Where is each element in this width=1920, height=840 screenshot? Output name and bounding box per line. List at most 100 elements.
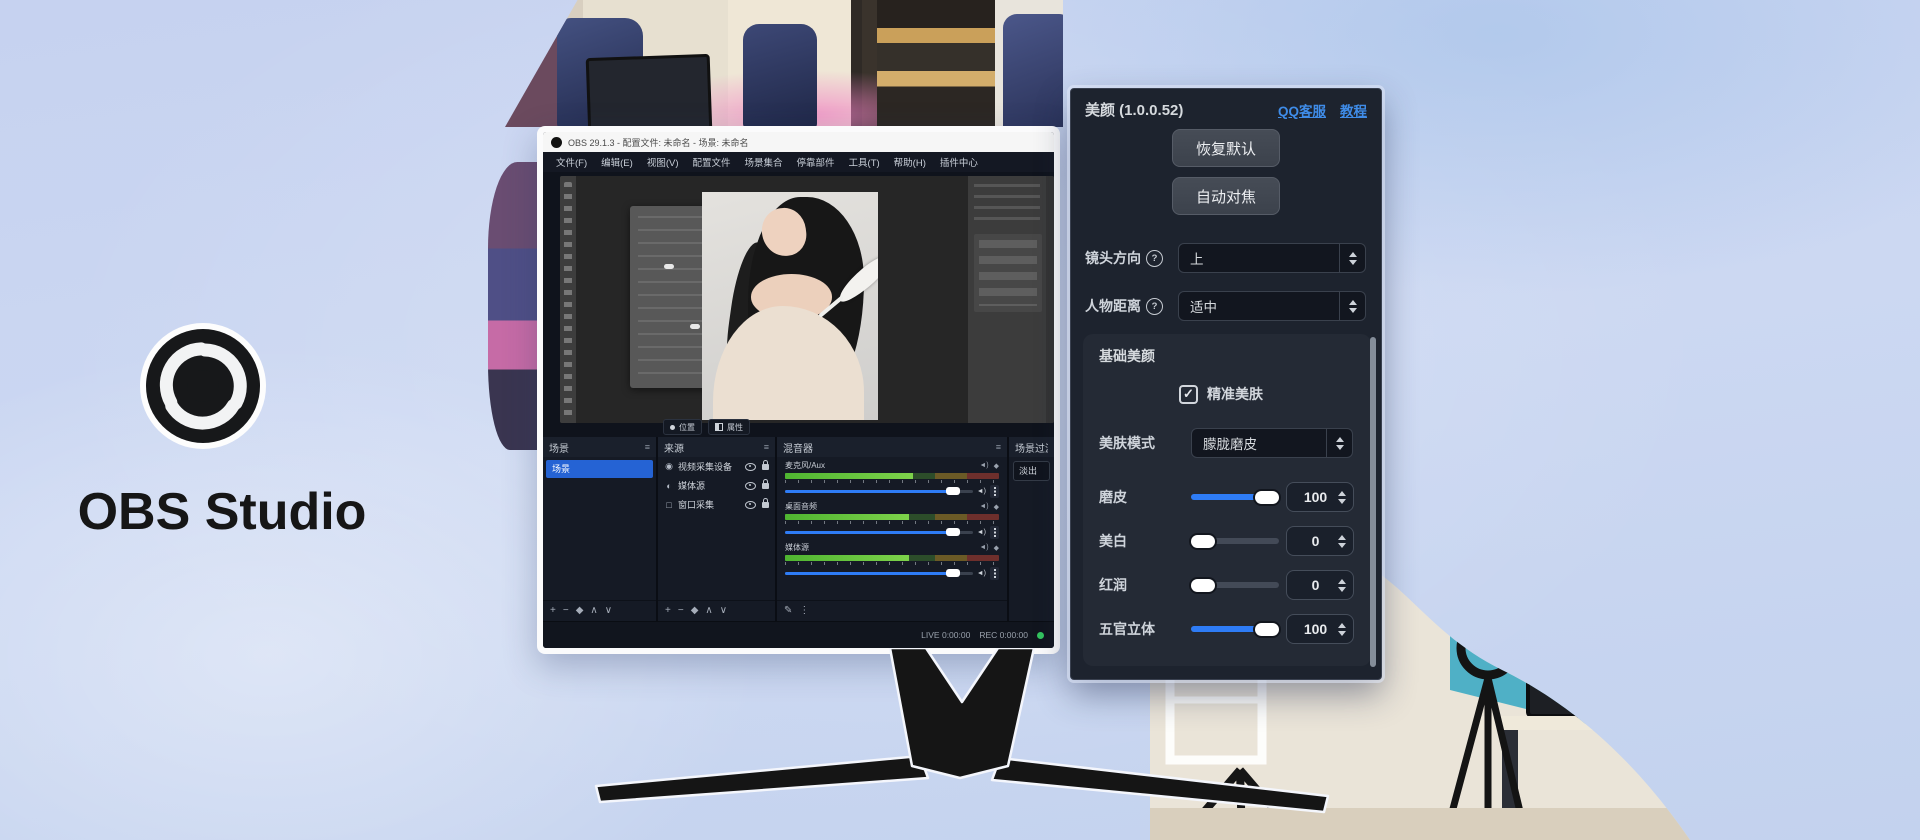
remove-source-button[interactable]: − (678, 606, 684, 616)
whitening-value-box[interactable]: 0 (1286, 526, 1354, 556)
source-row[interactable]: ◐ 媒体源 (658, 476, 775, 495)
restore-defaults-button[interactable]: 恢复默认 (1172, 129, 1280, 167)
autofocus-button[interactable]: 自动对焦 (1172, 177, 1280, 215)
volume-handle[interactable] (946, 487, 960, 495)
slider-handle[interactable] (1255, 491, 1279, 504)
slider-handle[interactable] (1191, 535, 1215, 548)
dock-menu-icon[interactable]: ≡ (996, 442, 1001, 452)
meter-ticks (785, 521, 999, 524)
camera-direction-select[interactable]: 上 (1178, 243, 1366, 273)
face-3d-value-box[interactable]: 100 (1286, 614, 1354, 644)
channel-label: 媒体源 (785, 542, 974, 553)
editor-toolbar (560, 176, 576, 423)
qq-support-link[interactable]: QQ客服 (1278, 100, 1326, 120)
help-icon[interactable]: ? (1146, 250, 1163, 267)
move-source-up-button[interactable]: ∧ (705, 606, 712, 616)
rosy-value-box[interactable]: 0 (1286, 570, 1354, 600)
menu-view[interactable]: 视图(V) (640, 155, 686, 169)
whitening-slider[interactable] (1191, 526, 1279, 556)
channel-menu-icon[interactable] (990, 526, 999, 539)
skin-mode-select[interactable]: 朦胧磨皮 (1191, 428, 1353, 458)
chip-position[interactable]: 位置 (663, 419, 702, 435)
menu-plugin-center[interactable]: 插件中心 (933, 155, 985, 169)
visibility-eye-icon[interactable] (745, 482, 756, 490)
chevron-down-icon (1338, 631, 1346, 636)
value-spinner[interactable] (1338, 623, 1346, 636)
transition-select[interactable]: 淡出 (1013, 461, 1050, 481)
chevron-up-icon (1349, 252, 1357, 257)
select-spinner[interactable] (1339, 244, 1365, 272)
chip-label: 属性 (727, 422, 743, 433)
tutorial-link[interactable]: 教程 (1340, 100, 1367, 120)
visibility-eye-icon[interactable] (745, 463, 756, 471)
scene-filters-button[interactable]: ◆ (576, 606, 584, 616)
menu-docks[interactable]: 停靠部件 (790, 155, 842, 169)
menu-edit[interactable]: 编辑(E) (594, 155, 640, 169)
lock-icon[interactable] (762, 483, 769, 489)
chip-properties[interactable]: 属性 (708, 419, 750, 435)
menu-help[interactable]: 帮助(H) (887, 155, 933, 169)
select-spinner[interactable] (1339, 292, 1365, 320)
add-source-button[interactable]: + (665, 606, 671, 616)
volume-slider[interactable] (785, 490, 973, 493)
settings-icon[interactable]: ◆ (994, 544, 999, 552)
dock-title: 场景过渡 (1015, 440, 1048, 455)
smoothing-slider[interactable] (1191, 482, 1279, 512)
select-spinner[interactable] (1326, 429, 1352, 457)
menu-profile[interactable]: 配置文件 (685, 155, 737, 169)
rosy-slider[interactable] (1191, 570, 1279, 600)
move-scene-down-button[interactable]: ∨ (605, 606, 612, 616)
panel-scrollbar[interactable] (1370, 337, 1376, 667)
menu-scene-collection[interactable]: 场景集合 (738, 155, 790, 169)
source-row[interactable]: ◉ 视频采集设备 (658, 457, 775, 476)
settings-icon[interactable]: ◆ (994, 503, 999, 511)
mixer-more-button[interactable]: ⋮ (799, 606, 809, 616)
move-scene-up-button[interactable]: ∧ (590, 606, 597, 616)
slider-handle[interactable] (1191, 579, 1215, 592)
remove-scene-button[interactable]: − (563, 606, 569, 616)
scene-list-item[interactable]: 场景 (546, 460, 653, 478)
dock-menu-icon[interactable]: ≡ (764, 442, 769, 452)
subject-distance-select[interactable]: 适中 (1178, 291, 1366, 321)
face-3d-slider[interactable] (1191, 614, 1279, 644)
value-spinner[interactable] (1338, 579, 1346, 592)
help-icon[interactable]: ? (1146, 298, 1163, 315)
sources-toolbar: + − ◆ ∧ ∨ (658, 600, 775, 621)
channel-menu-icon[interactable] (990, 567, 999, 580)
volume-handle[interactable] (946, 569, 960, 577)
speaker-icon[interactable]: ◄) (979, 462, 988, 469)
settings-icon[interactable]: ◆ (994, 462, 999, 470)
channel-menu-icon[interactable] (990, 485, 999, 498)
mute-speaker-icon[interactable]: ◄) (977, 529, 986, 536)
source-label: 媒体源 (678, 479, 741, 492)
menu-tools[interactable]: 工具(T) (842, 155, 887, 169)
lock-icon[interactable] (762, 464, 769, 470)
add-scene-button[interactable]: + (550, 606, 556, 616)
value-spinner[interactable] (1338, 491, 1346, 504)
mute-speaker-icon[interactable]: ◄) (977, 488, 986, 495)
mixer-channel: 桌面音频 ◄) ◆ ◄) (777, 498, 1007, 539)
dock-menu-icon[interactable]: ≡ (645, 442, 650, 452)
volume-handle[interactable] (946, 528, 960, 536)
move-source-down-button[interactable]: ∨ (720, 606, 727, 616)
slider-handle[interactable] (1255, 623, 1279, 636)
precise-skin-checkbox-row[interactable]: ✓ 精准美肤 (1179, 384, 1263, 404)
checkbox[interactable]: ✓ (1179, 385, 1198, 404)
volume-slider[interactable] (785, 572, 973, 575)
mute-speaker-icon[interactable]: ◄) (977, 570, 986, 577)
menu-file[interactable]: 文件(F) (549, 155, 594, 169)
beauty-filter-panel: 美颜 (1.0.0.52) QQ客服 教程 恢复默认 自动对焦 镜头方向 ? 上… (1070, 88, 1382, 680)
value-spinner[interactable] (1338, 535, 1346, 548)
source-row[interactable]: □ 窗口采集 (658, 495, 775, 514)
mixer-edit-button[interactable]: ✎ (784, 606, 792, 616)
volume-slider[interactable] (785, 531, 973, 534)
source-properties-button[interactable]: ◆ (691, 606, 699, 616)
visibility-eye-icon[interactable] (745, 501, 756, 509)
select-value: 上 (1179, 248, 1339, 268)
label-text: 人物距离 (1085, 296, 1141, 316)
beauty-panel-header: 美颜 (1.0.0.52) QQ客服 教程 (1085, 99, 1367, 120)
speaker-icon[interactable]: ◄) (979, 503, 988, 510)
speaker-icon[interactable]: ◄) (979, 544, 988, 551)
smoothing-value-box[interactable]: 100 (1286, 482, 1354, 512)
lock-icon[interactable] (762, 502, 769, 508)
